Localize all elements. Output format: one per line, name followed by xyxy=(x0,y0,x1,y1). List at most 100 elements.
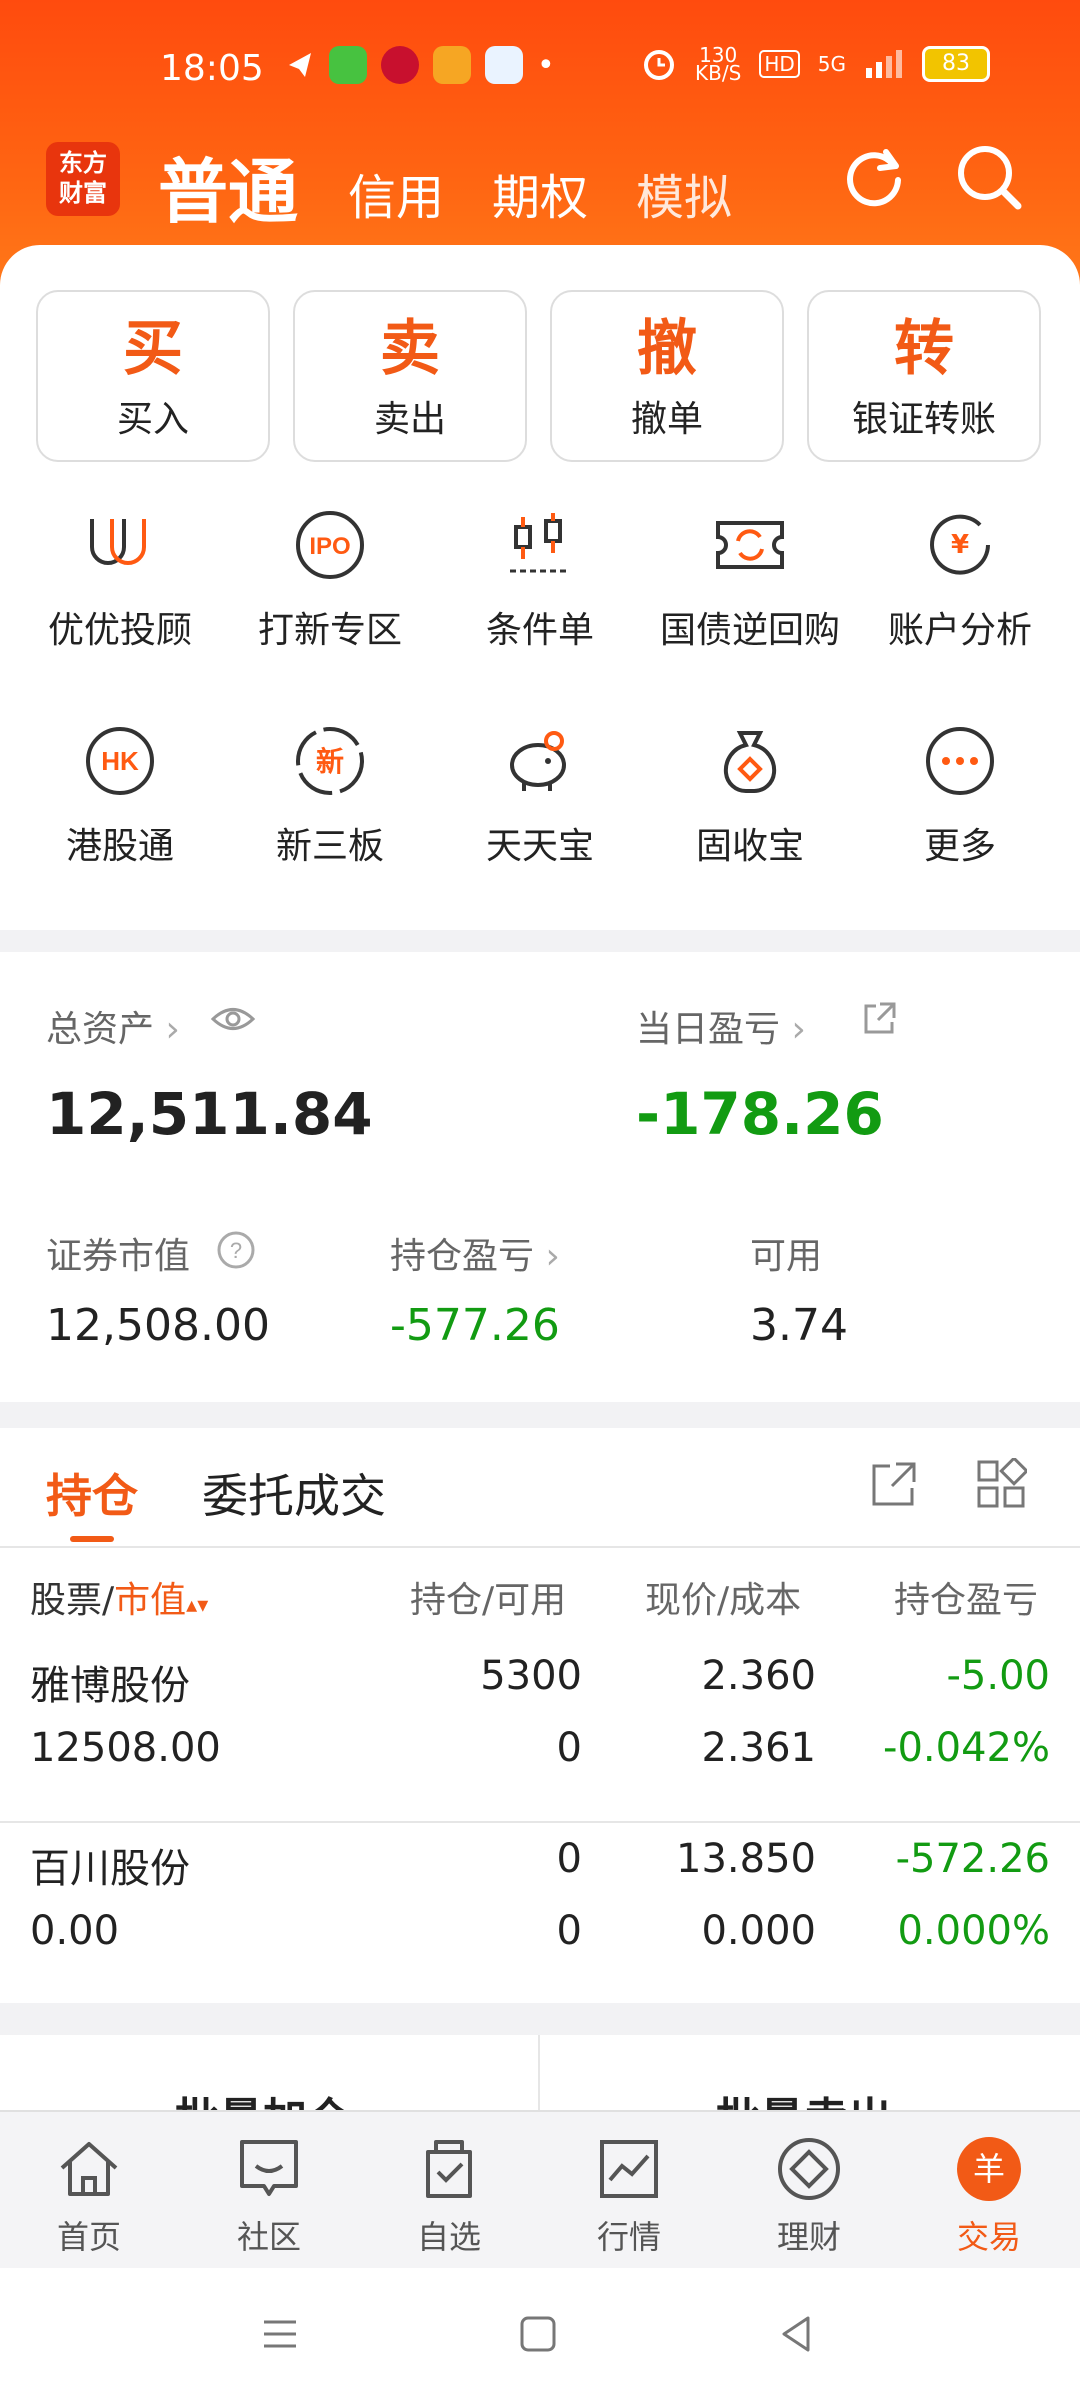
header-holding[interactable]: 持仓/可用 xyxy=(410,1571,566,1623)
net-speed-unit: KB/S xyxy=(695,61,742,85)
refresh-icon[interactable] xyxy=(842,144,908,210)
nav-label: 社区 xyxy=(236,2218,301,2256)
feature-label: 国债逆回购 xyxy=(659,610,840,651)
nav-label: 理财 xyxy=(776,2218,841,2256)
sell-label: 卖出 xyxy=(373,399,446,440)
feature-account-analysis[interactable]: ¥ 账户分析 xyxy=(855,507,1065,653)
condition-order-icon xyxy=(510,513,570,573)
feature-label: 优优投顾 xyxy=(47,610,192,651)
piggy-bank-icon xyxy=(510,731,566,791)
trade-actions-card: 买 买入 卖 卖出 撤 撤单 转 银证转账 优优投顾 IPO 打新专区 条件单 … xyxy=(0,245,1080,930)
uu-advisor-icon xyxy=(90,519,146,565)
cancel-glyph: 撤 xyxy=(637,314,697,384)
stock-name: 百川股份 xyxy=(30,1846,190,1892)
stock-market-value: 12508.00 xyxy=(30,1725,221,1771)
positions-panel: 持仓 委托成交 股票/市值▴▾ 持仓/可用 现价/成本 持仓盈亏 雅博股份 12… xyxy=(0,1428,1080,2003)
tab-normal[interactable]: 普通 xyxy=(158,136,298,237)
nav-watchlist[interactable]: 自选 xyxy=(374,2134,524,2258)
tab-credit[interactable]: 信用 xyxy=(348,158,444,228)
available-label: 可用 xyxy=(750,1236,823,1277)
available-qty: 0 xyxy=(556,1908,582,1954)
status-time: 18:05 xyxy=(160,48,264,89)
svg-text:?: ? xyxy=(230,1238,242,1263)
table-row[interactable]: 雅博股份 12508.00 5300 0 2.360 2.361 -5.00 -… xyxy=(0,1653,1080,1793)
home-square-icon[interactable] xyxy=(516,2312,560,2356)
current-price: 13.850 xyxy=(676,1836,816,1882)
table-row[interactable]: 百川股份 0.00 0 0 13.850 0.000 -572.26 0.000… xyxy=(0,1836,1080,1976)
svg-text:HK: HK xyxy=(101,746,139,776)
header-stock[interactable]: 股票/市值▴▾ xyxy=(30,1571,208,1623)
system-navigation-bar xyxy=(0,2268,1080,2400)
feature-more[interactable]: 更多 xyxy=(855,723,1065,869)
nav-market[interactable]: 行情 xyxy=(554,2134,704,2258)
feature-tiantianbao[interactable]: 天天宝 xyxy=(435,723,645,869)
holding-pl-label[interactable]: 持仓盈亏 › xyxy=(390,1227,560,1279)
tab-simulation[interactable]: 模拟 xyxy=(636,158,732,228)
hk-icon: HK xyxy=(86,727,154,795)
feature-condition-order[interactable]: 条件单 xyxy=(435,507,645,653)
community-icon xyxy=(240,2140,298,2196)
feature-new-third-board[interactable]: 新 新三板 xyxy=(225,723,435,869)
nav-community[interactable]: 社区 xyxy=(194,2134,344,2258)
position-pl: -572.26 xyxy=(895,1836,1050,1882)
position-pl-pct: 0.000% xyxy=(897,1908,1050,1954)
market-icon xyxy=(600,2140,658,2198)
tab-orders[interactable]: 委托成交 xyxy=(202,1460,386,1526)
nav-label: 交易 xyxy=(956,2218,1021,2256)
buy-button[interactable]: 买 买入 xyxy=(36,290,270,462)
back-icon[interactable] xyxy=(774,2312,818,2356)
bank-transfer-button[interactable]: 转 银证转账 xyxy=(807,290,1041,462)
feature-uu-advisor[interactable]: 优优投顾 xyxy=(15,507,225,653)
header-price[interactable]: 现价/成本 xyxy=(645,1571,801,1623)
external-link-icon[interactable] xyxy=(868,1458,920,1510)
nav-trade[interactable]: 羊 交易 xyxy=(914,2134,1064,2258)
nav-wealth[interactable]: 理财 xyxy=(734,2134,884,2258)
hd-badge: HD xyxy=(759,50,800,78)
total-assets-value: 12,511.84 xyxy=(46,1080,373,1148)
game-app-icon xyxy=(433,46,471,84)
total-assets-label[interactable]: 总资产 › xyxy=(46,1000,180,1052)
signal-icon xyxy=(866,50,902,78)
watchlist-icon xyxy=(426,2140,472,2198)
row-divider xyxy=(0,1821,1080,1823)
buy-glyph: 买 xyxy=(123,314,183,384)
ipo-icon: IPO xyxy=(296,511,364,579)
notification-icons: • xyxy=(285,46,555,84)
cancel-order-button[interactable]: 撤 撤单 xyxy=(550,290,784,462)
nav-home[interactable]: 首页 xyxy=(14,2134,164,2258)
batch-divider xyxy=(538,2035,540,2115)
feature-ipo[interactable]: IPO 打新专区 xyxy=(225,507,435,653)
feature-label: 固收宝 xyxy=(695,826,804,867)
tab-options[interactable]: 期权 xyxy=(492,158,588,228)
sell-button[interactable]: 卖 卖出 xyxy=(293,290,527,462)
feature-label: 账户分析 xyxy=(887,610,1032,651)
feature-reverse-repo[interactable]: 国债逆回购 xyxy=(645,507,855,653)
telegram-icon xyxy=(289,53,311,77)
svg-text:羊: 羊 xyxy=(973,2150,1005,2188)
holding-qty: 0 xyxy=(556,1836,582,1882)
nav-label: 自选 xyxy=(416,2218,481,2256)
market-value-label: 证券市值 xyxy=(46,1236,191,1277)
tab-positions[interactable]: 持仓 xyxy=(46,1460,138,1526)
status-right: 130 KB/S HD 5G 83 xyxy=(641,45,990,85)
more-notifications-dot: • xyxy=(537,47,555,83)
menu-icon[interactable] xyxy=(258,2312,302,2356)
current-price: 2.360 xyxy=(701,1653,816,1699)
eye-icon[interactable] xyxy=(210,1002,256,1036)
stock-market-value: 0.00 xyxy=(30,1908,120,1954)
position-pl: -5.00 xyxy=(946,1653,1051,1699)
daily-pl-label[interactable]: 当日盈亏 › xyxy=(636,1000,806,1052)
help-icon[interactable]: ? xyxy=(216,1230,256,1270)
feature-gushoubao[interactable]: 固收宝 xyxy=(645,723,855,869)
grid-view-icon[interactable] xyxy=(975,1458,1027,1510)
share-icon[interactable] xyxy=(860,1000,898,1038)
feature-hk-connect[interactable]: HK 港股通 xyxy=(15,723,225,869)
search-icon[interactable] xyxy=(954,142,1024,212)
daily-pl-value: -178.26 xyxy=(636,1080,884,1148)
transfer-label: 银证转账 xyxy=(851,399,996,440)
header-pl[interactable]: 持仓盈亏 xyxy=(894,1571,1044,1623)
cost-price: 0.000 xyxy=(701,1908,816,1954)
video-app-icon xyxy=(485,46,523,84)
nav-label: 行情 xyxy=(596,2218,661,2256)
wechat-app-icon xyxy=(329,46,367,84)
